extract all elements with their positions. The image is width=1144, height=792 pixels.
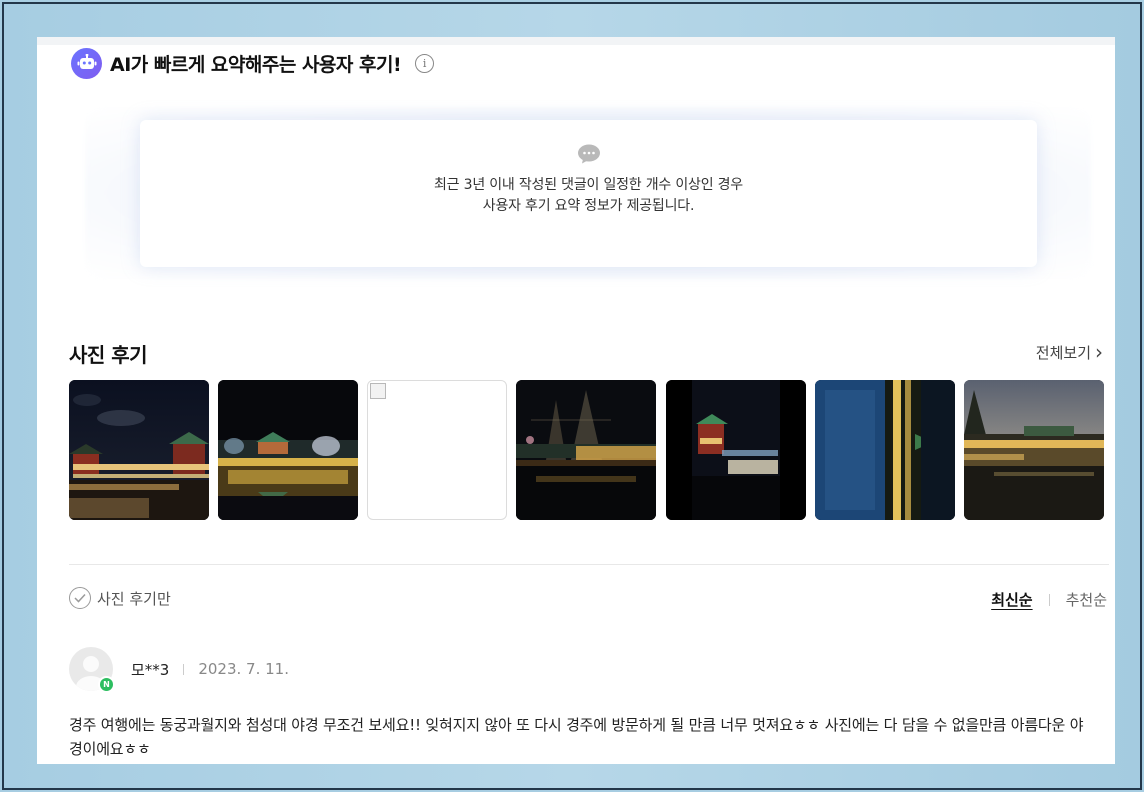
sort-options: 최신순 추천순 [991, 589, 1107, 610]
section-divider [69, 564, 1109, 565]
sort-separator [1048, 593, 1050, 606]
summary-message-line2: 사용자 후기 요약 정보가 제공됩니다. [482, 198, 695, 214]
photo-strip [69, 380, 1109, 520]
review-text: 경주 여행에는 동궁과월지와 첨성대 야경 무조건 보세요!! 잊혀지지 않아 … [69, 716, 1084, 758]
avatar-wrapper: N [69, 647, 115, 693]
summary-message: 최근 3년 이내 작성된 댓글이 일정한 개수 이상인 경우 사용자 후기 요약… [434, 175, 743, 217]
view-all-label: 전체보기 [1035, 344, 1091, 362]
review-page: AI가 빠르게 요약해주는 사용자 후기! i 최근 3년 이내 작성된 댓글이… [37, 37, 1115, 764]
review-date: 2023. 7. 11. [198, 660, 289, 678]
reviewer-name: 모**3 [131, 660, 170, 679]
ai-summary-title: AI가 빠르게 요약해주는 사용자 후기! [110, 53, 402, 76]
photo-thumbnail[interactable] [218, 380, 358, 520]
photo-thumbnail[interactable] [666, 380, 806, 520]
review-header: N 모**3 2023. 7. 11. [69, 647, 289, 693]
sort-recommended-button[interactable]: 추천순 [1066, 589, 1107, 610]
photo-thumbnail[interactable] [69, 380, 209, 520]
speech-bubble-icon [577, 144, 601, 164]
photo-thumbnail[interactable] [815, 380, 955, 520]
summary-message-line1: 최근 3년 이내 작성된 댓글이 일정한 개수 이상인 경우 [434, 177, 743, 193]
meta-separator [183, 663, 185, 675]
outer-frame: AI가 빠르게 요약해주는 사용자 후기! i 최근 3년 이내 작성된 댓글이… [2, 2, 1142, 790]
ai-summary-card: 최근 3년 이내 작성된 댓글이 일정한 개수 이상인 경우 사용자 후기 요약… [140, 120, 1037, 267]
sort-latest-button[interactable]: 최신순 [991, 589, 1032, 610]
broken-image-icon [370, 383, 386, 399]
chevron-right-icon: › [1095, 340, 1103, 364]
ai-summary-header: AI가 빠르게 요약해주는 사용자 후기! i [71, 47, 435, 79]
photo-only-label: 사진 후기만 [97, 589, 171, 608]
photo-reviews-title: 사진 후기 [69, 343, 148, 367]
naver-badge-icon: N [98, 676, 115, 693]
photo-thumbnail[interactable] [964, 380, 1104, 520]
info-icon[interactable]: i [415, 53, 435, 73]
check-circle-icon[interactable] [69, 587, 91, 609]
view-all-link[interactable]: 전체보기 › [1036, 342, 1103, 363]
top-separator [37, 37, 1115, 45]
photo-thumbnail[interactable] [516, 380, 656, 520]
photo-only-filter[interactable]: 사진 후기만 [69, 587, 171, 609]
broken-image-thumbnail[interactable] [367, 380, 507, 520]
robot-icon [71, 47, 102, 79]
